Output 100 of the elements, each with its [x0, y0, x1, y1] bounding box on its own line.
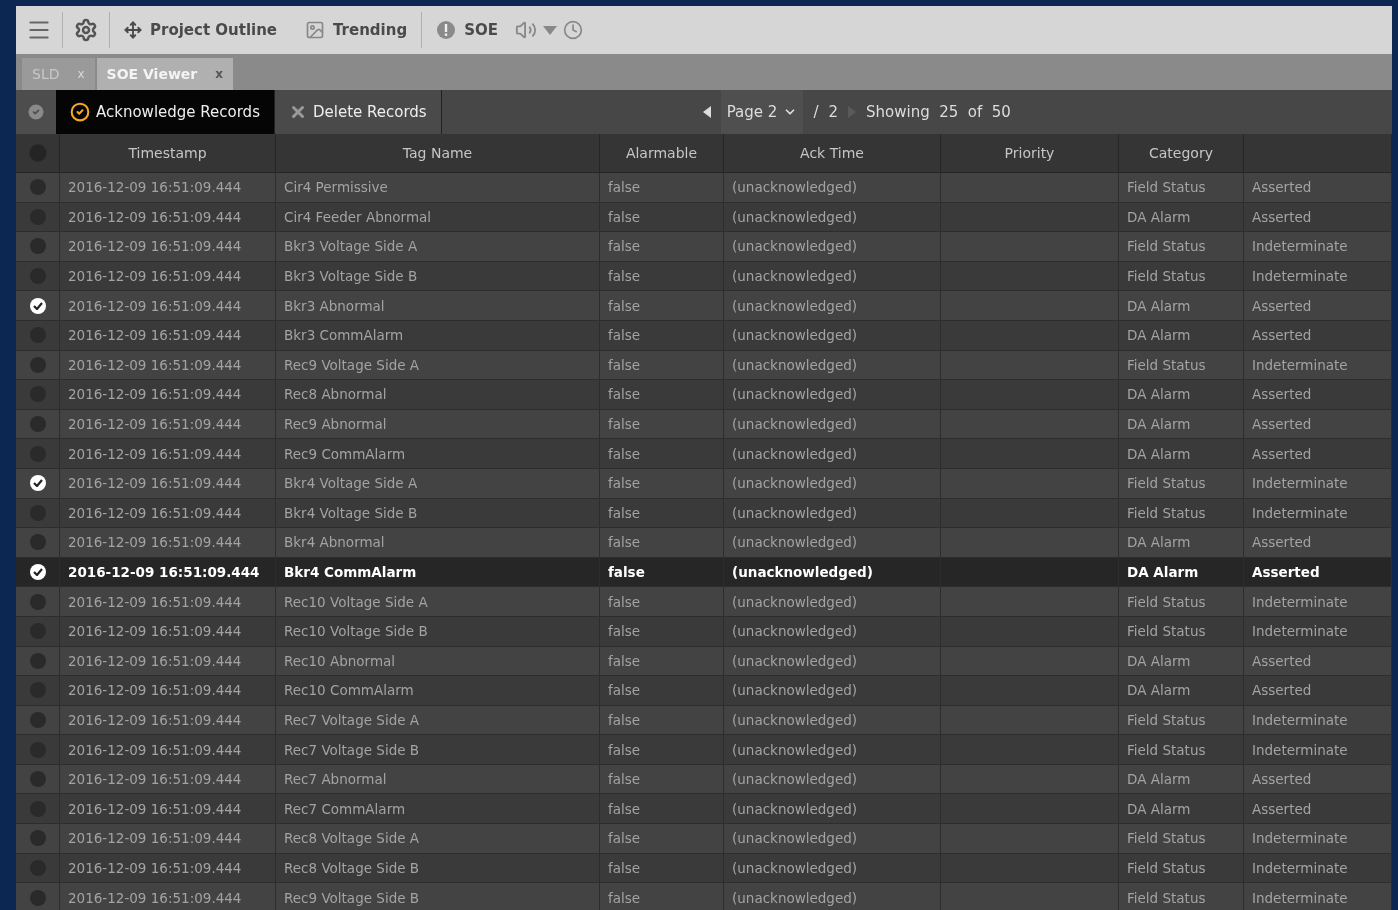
alarmable-cell: false	[600, 883, 724, 910]
ack-time-cell: (unacknowledged)	[724, 439, 941, 469]
state-cell: Indeterminate	[1244, 735, 1392, 765]
ack-time-cell: (unacknowledged)	[724, 794, 941, 825]
check-icon	[32, 301, 43, 310]
ack-time-cell: (unacknowledged)	[724, 883, 941, 910]
row-checkbox[interactable]	[29, 712, 46, 728]
state-cell: Asserted	[1244, 380, 1392, 410]
timestamp-cell: 2016-12-09 16:51:09.444	[60, 468, 276, 499]
ack-time-cell: (unacknowledged)	[724, 350, 941, 381]
caret-icon[interactable]	[543, 25, 557, 35]
clock-icon[interactable]	[563, 20, 583, 40]
column-header[interactable]: Alarmable	[600, 134, 724, 173]
ack-time-cell: (unacknowledged)	[724, 646, 941, 677]
ack-time-cell: (unacknowledged)	[724, 764, 941, 795]
alarmable-cell: false	[600, 468, 724, 499]
row-checkbox[interactable]	[29, 356, 46, 373]
timestamp-cell: 2016-12-09 16:51:09.444	[60, 794, 276, 825]
tag-name-cell: Rec9 Voltage Side B	[276, 883, 600, 910]
timestamp-cell: 2016-12-09 16:51:09.444	[60, 853, 276, 884]
alarmable-cell: false	[600, 409, 724, 440]
row-checkbox[interactable]	[29, 564, 46, 580]
state-cell: Asserted	[1244, 676, 1392, 706]
timestamp-cell: 2016-12-09 16:51:09.444	[60, 676, 276, 706]
image-icon	[305, 20, 326, 40]
row-checkbox[interactable]	[29, 297, 46, 314]
alarmable-cell: false	[600, 232, 724, 262]
column-header[interactable]	[1244, 134, 1392, 173]
alarmable-cell: false	[600, 202, 724, 233]
tag-name-cell: Cir4 Feeder Abnormal	[276, 202, 600, 233]
category-cell: DA Alarm	[1119, 646, 1244, 677]
category-cell: Field Status	[1119, 232, 1244, 262]
speaker-icon[interactable]	[515, 19, 537, 41]
row-checkbox[interactable]	[29, 475, 46, 492]
category-cell: Field Status	[1119, 824, 1244, 854]
timestamp-cell: 2016-12-09 16:51:09.444	[60, 173, 276, 203]
row-checkbox[interactable]	[29, 889, 46, 906]
column-header[interactable]: Priority	[941, 134, 1119, 173]
alarmable-cell: false	[600, 320, 724, 351]
timestamp-cell: 2016-12-09 16:51:09.444	[60, 735, 276, 765]
column-header[interactable]: Timestamp	[60, 134, 276, 173]
row-checkbox[interactable]	[29, 416, 46, 433]
tag-name-cell: Rec10 Voltage Side B	[276, 616, 600, 647]
previous-page-icon[interactable]	[702, 106, 711, 118]
category-cell: DA Alarm	[1119, 320, 1244, 351]
select-all-button[interactable]	[16, 90, 56, 134]
state-cell: Asserted	[1244, 528, 1392, 558]
toolbar-button[interactable]: Project Outline	[110, 8, 292, 52]
timestamp-cell: 2016-12-09 16:51:09.444	[60, 291, 276, 321]
row-checkbox[interactable]	[29, 830, 46, 847]
row-checkbox[interactable]	[29, 534, 46, 551]
state-cell: Indeterminate	[1244, 350, 1392, 381]
alarmable-cell: false	[600, 676, 724, 706]
alarmable-cell: false	[600, 528, 724, 558]
check-icon	[32, 568, 43, 576]
ack-time-cell: (unacknowledged)	[724, 676, 941, 706]
row-checkbox[interactable]	[29, 652, 46, 669]
timestamp-cell: 2016-12-09 16:51:09.444	[60, 616, 276, 647]
row-checkbox[interactable]	[29, 179, 46, 196]
ack-time-cell: (unacknowledged)	[724, 735, 941, 765]
category-cell: Field Status	[1119, 173, 1244, 203]
category-cell: DA Alarm	[1119, 764, 1244, 795]
row-checkbox[interactable]	[29, 238, 46, 255]
alarmable-cell: false	[600, 705, 724, 736]
row-checkbox[interactable]	[29, 593, 46, 610]
page-separator: /	[813, 103, 819, 121]
tag-name-cell: Cir4 Permissive	[276, 173, 600, 203]
page-select[interactable]: Page 2	[720, 90, 804, 134]
state-cell: Asserted	[1244, 202, 1392, 233]
state-cell: Indeterminate	[1244, 498, 1392, 529]
ack-time-cell: (unacknowledged)	[724, 498, 941, 529]
state-cell: Indeterminate	[1244, 232, 1392, 262]
timestamp-cell: 2016-12-09 16:51:09.444	[60, 646, 276, 677]
tag-name-cell: Bkr3 CommAlarm	[276, 320, 600, 351]
ack-time-cell: (unacknowledged)	[724, 320, 941, 351]
category-cell: DA Alarm	[1119, 557, 1244, 588]
category-cell: Field Status	[1119, 498, 1244, 529]
column-header[interactable]: Tag Name	[276, 134, 600, 173]
check-circle-icon	[26, 102, 46, 122]
alarmable-cell: false	[600, 646, 724, 677]
timestamp-cell: 2016-12-09 16:51:09.444	[60, 764, 276, 795]
tag-name-cell: Rec8 Voltage Side B	[276, 853, 600, 884]
state-cell: Asserted	[1244, 794, 1392, 825]
toolbar-button[interactable]: SOE	[422, 8, 512, 52]
timestamp-cell: 2016-12-09 16:51:09.444	[60, 528, 276, 558]
category-cell: Field Status	[1119, 616, 1244, 647]
column-header[interactable]: Category	[1119, 134, 1244, 173]
alarmable-cell: false	[600, 616, 724, 647]
timestamp-cell: 2016-12-09 16:51:09.444	[60, 261, 276, 292]
ack-time-cell: (unacknowledged)	[724, 261, 941, 292]
tag-name-cell: Rec10 CommAlarm	[276, 676, 600, 706]
timestamp-cell: 2016-12-09 16:51:09.444	[60, 439, 276, 469]
row-checkbox[interactable]	[29, 771, 46, 788]
action-button[interactable]: Acknowledge Records	[56, 90, 275, 134]
category-cell: Field Status	[1119, 705, 1244, 736]
toolbar-button[interactable]: Trending	[291, 8, 422, 52]
ack-time-cell: (unacknowledged)	[724, 468, 941, 499]
state-cell: Indeterminate	[1244, 853, 1392, 884]
alarmable-cell: false	[600, 498, 724, 529]
column-header[interactable]: Ack Time	[724, 134, 941, 173]
